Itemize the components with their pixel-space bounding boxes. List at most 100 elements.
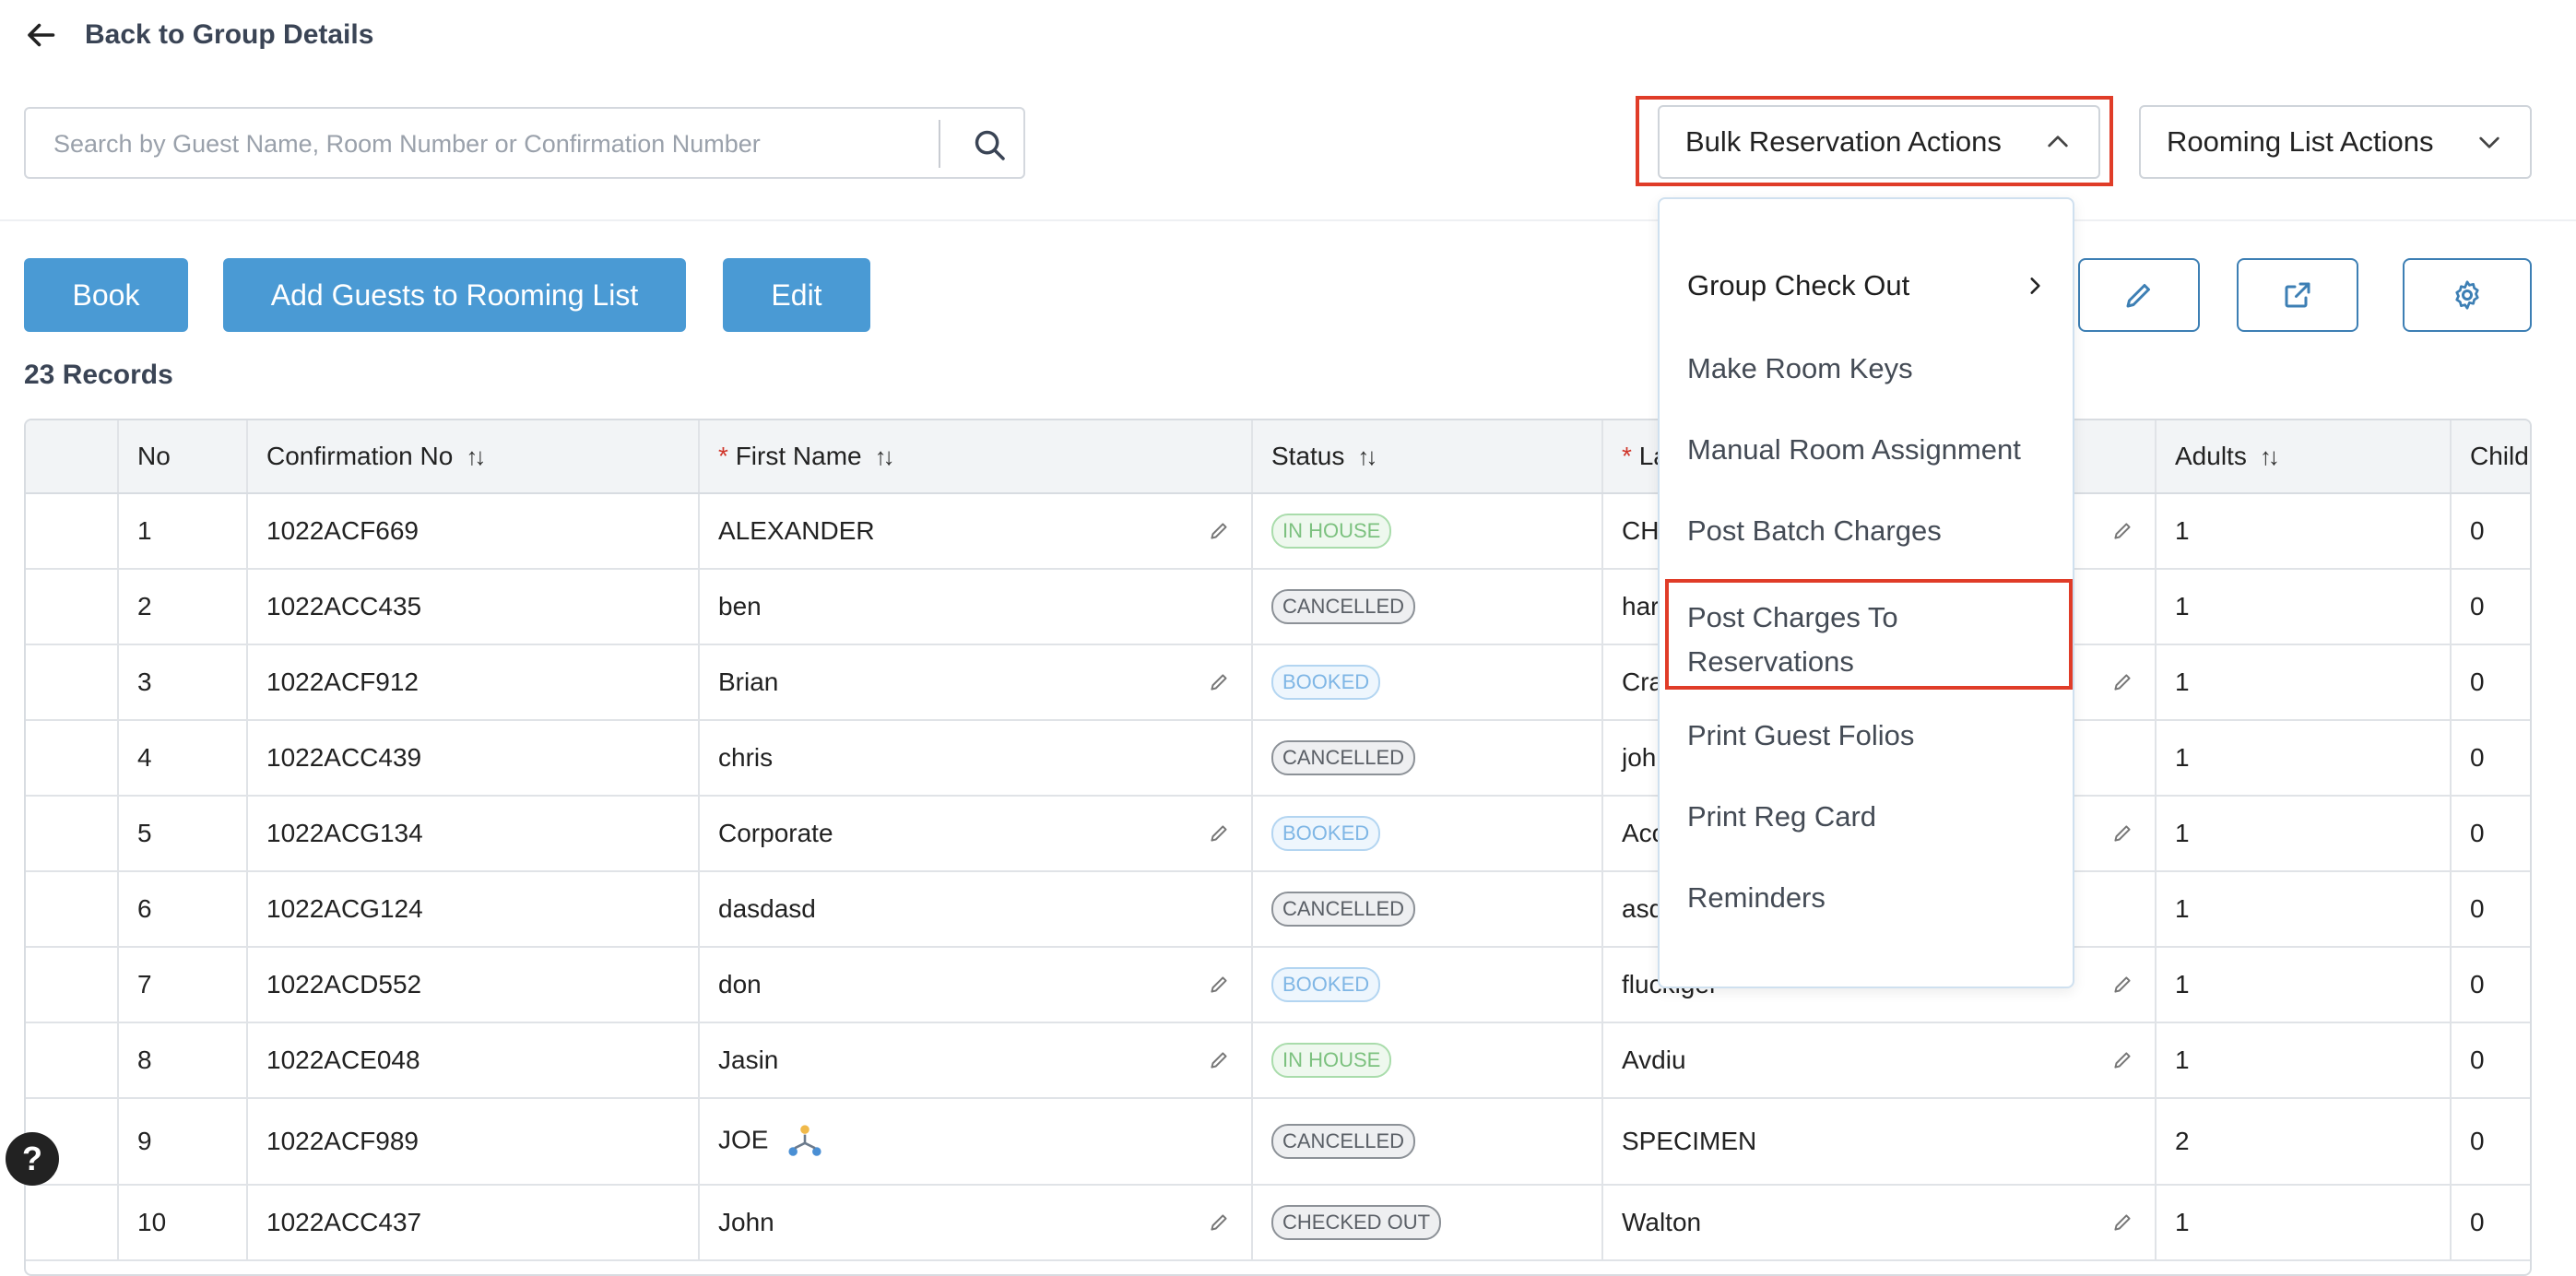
bulk-actions-label: Bulk Reservation Actions bbox=[1685, 125, 2002, 158]
sort-icon[interactable]: ↑↓ bbox=[1357, 443, 1377, 471]
adults-cell: 2 bbox=[2156, 1098, 2452, 1186]
no-cell: 2 bbox=[118, 569, 248, 645]
pencil-icon[interactable] bbox=[2110, 1211, 2134, 1235]
menu-item-manual-room-assignment[interactable]: Manual Room Assignment bbox=[1687, 433, 2021, 467]
pencil-icon[interactable] bbox=[1207, 670, 1231, 694]
select-cell[interactable] bbox=[26, 644, 119, 721]
no-cell: 9 bbox=[118, 1098, 248, 1186]
menu-item-post-batch-charges[interactable]: Post Batch Charges bbox=[1687, 514, 1942, 548]
confirmation-cell: 1022ACC435 bbox=[247, 569, 700, 645]
first-name-cell: don bbox=[699, 947, 1253, 1023]
table-row[interactable]: 10 1022ACC437 John CHECKED OUT Walton 1 0 bbox=[26, 1185, 2530, 1261]
menu-item-print-reg-card[interactable]: Print Reg Card bbox=[1687, 800, 1876, 833]
chevron-down-icon bbox=[2479, 136, 2499, 148]
sort-icon[interactable]: ↑↓ bbox=[875, 443, 895, 471]
children-cell: 0 bbox=[2451, 644, 2530, 721]
back-to-group-details-link[interactable]: Back to Group Details bbox=[24, 13, 373, 57]
table-row[interactable]: 1 1022ACF669 ALEXANDER IN HOUSE CH 1 0 bbox=[26, 493, 2530, 570]
pencil-icon[interactable] bbox=[2110, 519, 2134, 543]
menu-item-make-room-keys[interactable]: Make Room Keys bbox=[1687, 352, 1913, 385]
menu-item-post-charges-to-reservations[interactable]: Post Charges To Reservations bbox=[1687, 596, 1898, 684]
bulk-actions-menu: Group Check Out Make Room Keys Manual Ro… bbox=[1658, 197, 2074, 988]
select-cell[interactable] bbox=[26, 1185, 119, 1261]
select-cell[interactable] bbox=[26, 796, 119, 872]
select-cell[interactable] bbox=[26, 720, 119, 797]
column-header-children: Child bbox=[2451, 420, 2530, 494]
menu-item-print-guest-folios[interactable]: Print Guest Folios bbox=[1687, 719, 1914, 752]
pencil-icon[interactable] bbox=[2110, 670, 2134, 694]
add-guests-button[interactable]: Add Guests to Rooming List bbox=[223, 258, 686, 332]
select-cell[interactable] bbox=[26, 569, 119, 645]
table-row[interactable]: 71022ACD552donBOOKEDfluckiger10 bbox=[26, 947, 2530, 1023]
adults-header-label: Adults bbox=[2175, 442, 2247, 470]
table-row[interactable]: 5 1022ACG134 Corporate BOOKED Acc 1 0 bbox=[26, 796, 2530, 872]
table-row[interactable]: 4 1022ACC439 chris CANCELLED joh 1 0 bbox=[26, 720, 2530, 797]
arrow-left-icon bbox=[28, 23, 55, 47]
column-header-first-name[interactable]: * First Name ↑↓ bbox=[699, 420, 1253, 494]
sort-icon[interactable]: ↑↓ bbox=[2260, 443, 2280, 471]
select-cell[interactable] bbox=[26, 871, 119, 948]
pencil-icon[interactable] bbox=[1207, 973, 1231, 997]
book-button[interactable]: Book bbox=[24, 258, 188, 332]
post-charges-line2: Reservations bbox=[1687, 645, 1854, 678]
search-input[interactable] bbox=[52, 109, 940, 179]
first-name-text: don bbox=[718, 970, 762, 998]
confirmation-cell: 1022ACD552 bbox=[247, 947, 700, 1023]
records-count: 23 Records bbox=[24, 360, 173, 390]
first-name-text: ALEXANDER bbox=[718, 516, 875, 545]
adults-cell: 1 bbox=[2156, 1185, 2452, 1261]
table-row[interactable]: 3 1022ACF912 Brian BOOKED Cra 1 0 bbox=[26, 644, 2530, 721]
select-cell[interactable] bbox=[26, 947, 119, 1023]
child-header-label: Child bbox=[2470, 442, 2529, 470]
select-column-header bbox=[26, 420, 119, 494]
table-row[interactable]: 6 1022ACG124 dasdasd CANCELLED asd 1 0 bbox=[26, 871, 2530, 948]
edit-button[interactable]: Edit bbox=[723, 258, 870, 332]
first-name-cell: Corporate bbox=[699, 796, 1253, 872]
sort-icon[interactable]: ↑↓ bbox=[466, 443, 486, 471]
column-header-no: No bbox=[118, 420, 248, 494]
adults-cell: 1 bbox=[2156, 796, 2452, 872]
pencil-icon[interactable] bbox=[1207, 1211, 1231, 1235]
menu-item-group-check-out[interactable]: Group Check Out bbox=[1687, 269, 2047, 302]
edit-icon-button[interactable] bbox=[2078, 258, 2200, 332]
table-row[interactable]: 2 1022ACC435 ben CANCELLED har 1 0 bbox=[26, 569, 2530, 645]
table-row[interactable]: 8 1022ACE048 Jasin IN HOUSE Avdiu 1 0 bbox=[26, 1022, 2530, 1099]
help-button[interactable]: ? bbox=[6, 1132, 59, 1186]
status-cell: CHECKED OUT bbox=[1252, 1185, 1603, 1261]
open-external-button[interactable] bbox=[2237, 258, 2358, 332]
pencil-icon[interactable] bbox=[1207, 1048, 1231, 1072]
first-name-cell: chris bbox=[699, 720, 1253, 797]
status-badge: CANCELLED bbox=[1271, 892, 1416, 927]
column-header-status[interactable]: Status ↑↓ bbox=[1252, 420, 1603, 494]
pencil-icon[interactable] bbox=[2110, 821, 2134, 845]
rooming-actions-label: Rooming List Actions bbox=[2167, 125, 2434, 158]
pencil-icon[interactable] bbox=[1207, 519, 1231, 543]
column-header-adults[interactable]: Adults ↑↓ bbox=[2156, 420, 2452, 494]
bulk-reservation-actions-dropdown[interactable]: Bulk Reservation Actions bbox=[1658, 105, 2100, 179]
chevron-right-icon bbox=[2030, 278, 2040, 294]
search-icon[interactable] bbox=[972, 127, 1007, 162]
rooming-list-actions-dropdown[interactable]: Rooming List Actions bbox=[2139, 105, 2532, 179]
status-cell: IN HOUSE bbox=[1252, 1022, 1603, 1099]
column-header-confirmation[interactable]: Confirmation No ↑↓ bbox=[247, 420, 700, 494]
confirmation-cell: 1022ACE048 bbox=[247, 1022, 700, 1099]
menu-item-reminders[interactable]: Reminders bbox=[1687, 881, 1826, 915]
select-cell[interactable] bbox=[26, 1022, 119, 1099]
adults-cell: 1 bbox=[2156, 493, 2452, 570]
last-name-text: joh bbox=[1622, 743, 1657, 772]
select-cell[interactable] bbox=[26, 493, 119, 570]
settings-button[interactable] bbox=[2403, 258, 2532, 332]
required-asterisk: * bbox=[1622, 442, 1632, 470]
search-divider bbox=[939, 120, 940, 168]
no-cell: 1 bbox=[118, 493, 248, 570]
pencil-icon[interactable] bbox=[2110, 973, 2134, 997]
pencil-icon bbox=[2126, 284, 2150, 308]
pencil-icon[interactable] bbox=[2110, 1048, 2134, 1072]
required-asterisk: * bbox=[718, 442, 728, 470]
pencil-icon[interactable] bbox=[1207, 821, 1231, 845]
first-name-cell: JOE bbox=[699, 1098, 1253, 1186]
table-row[interactable]: 9 1022ACF989 JOE CANCELLED SPECIMEN 2 0 bbox=[26, 1098, 2530, 1186]
status-cell: IN HOUSE bbox=[1252, 493, 1603, 570]
no-cell: 3 bbox=[118, 644, 248, 721]
status-badge: BOOKED bbox=[1271, 816, 1381, 851]
